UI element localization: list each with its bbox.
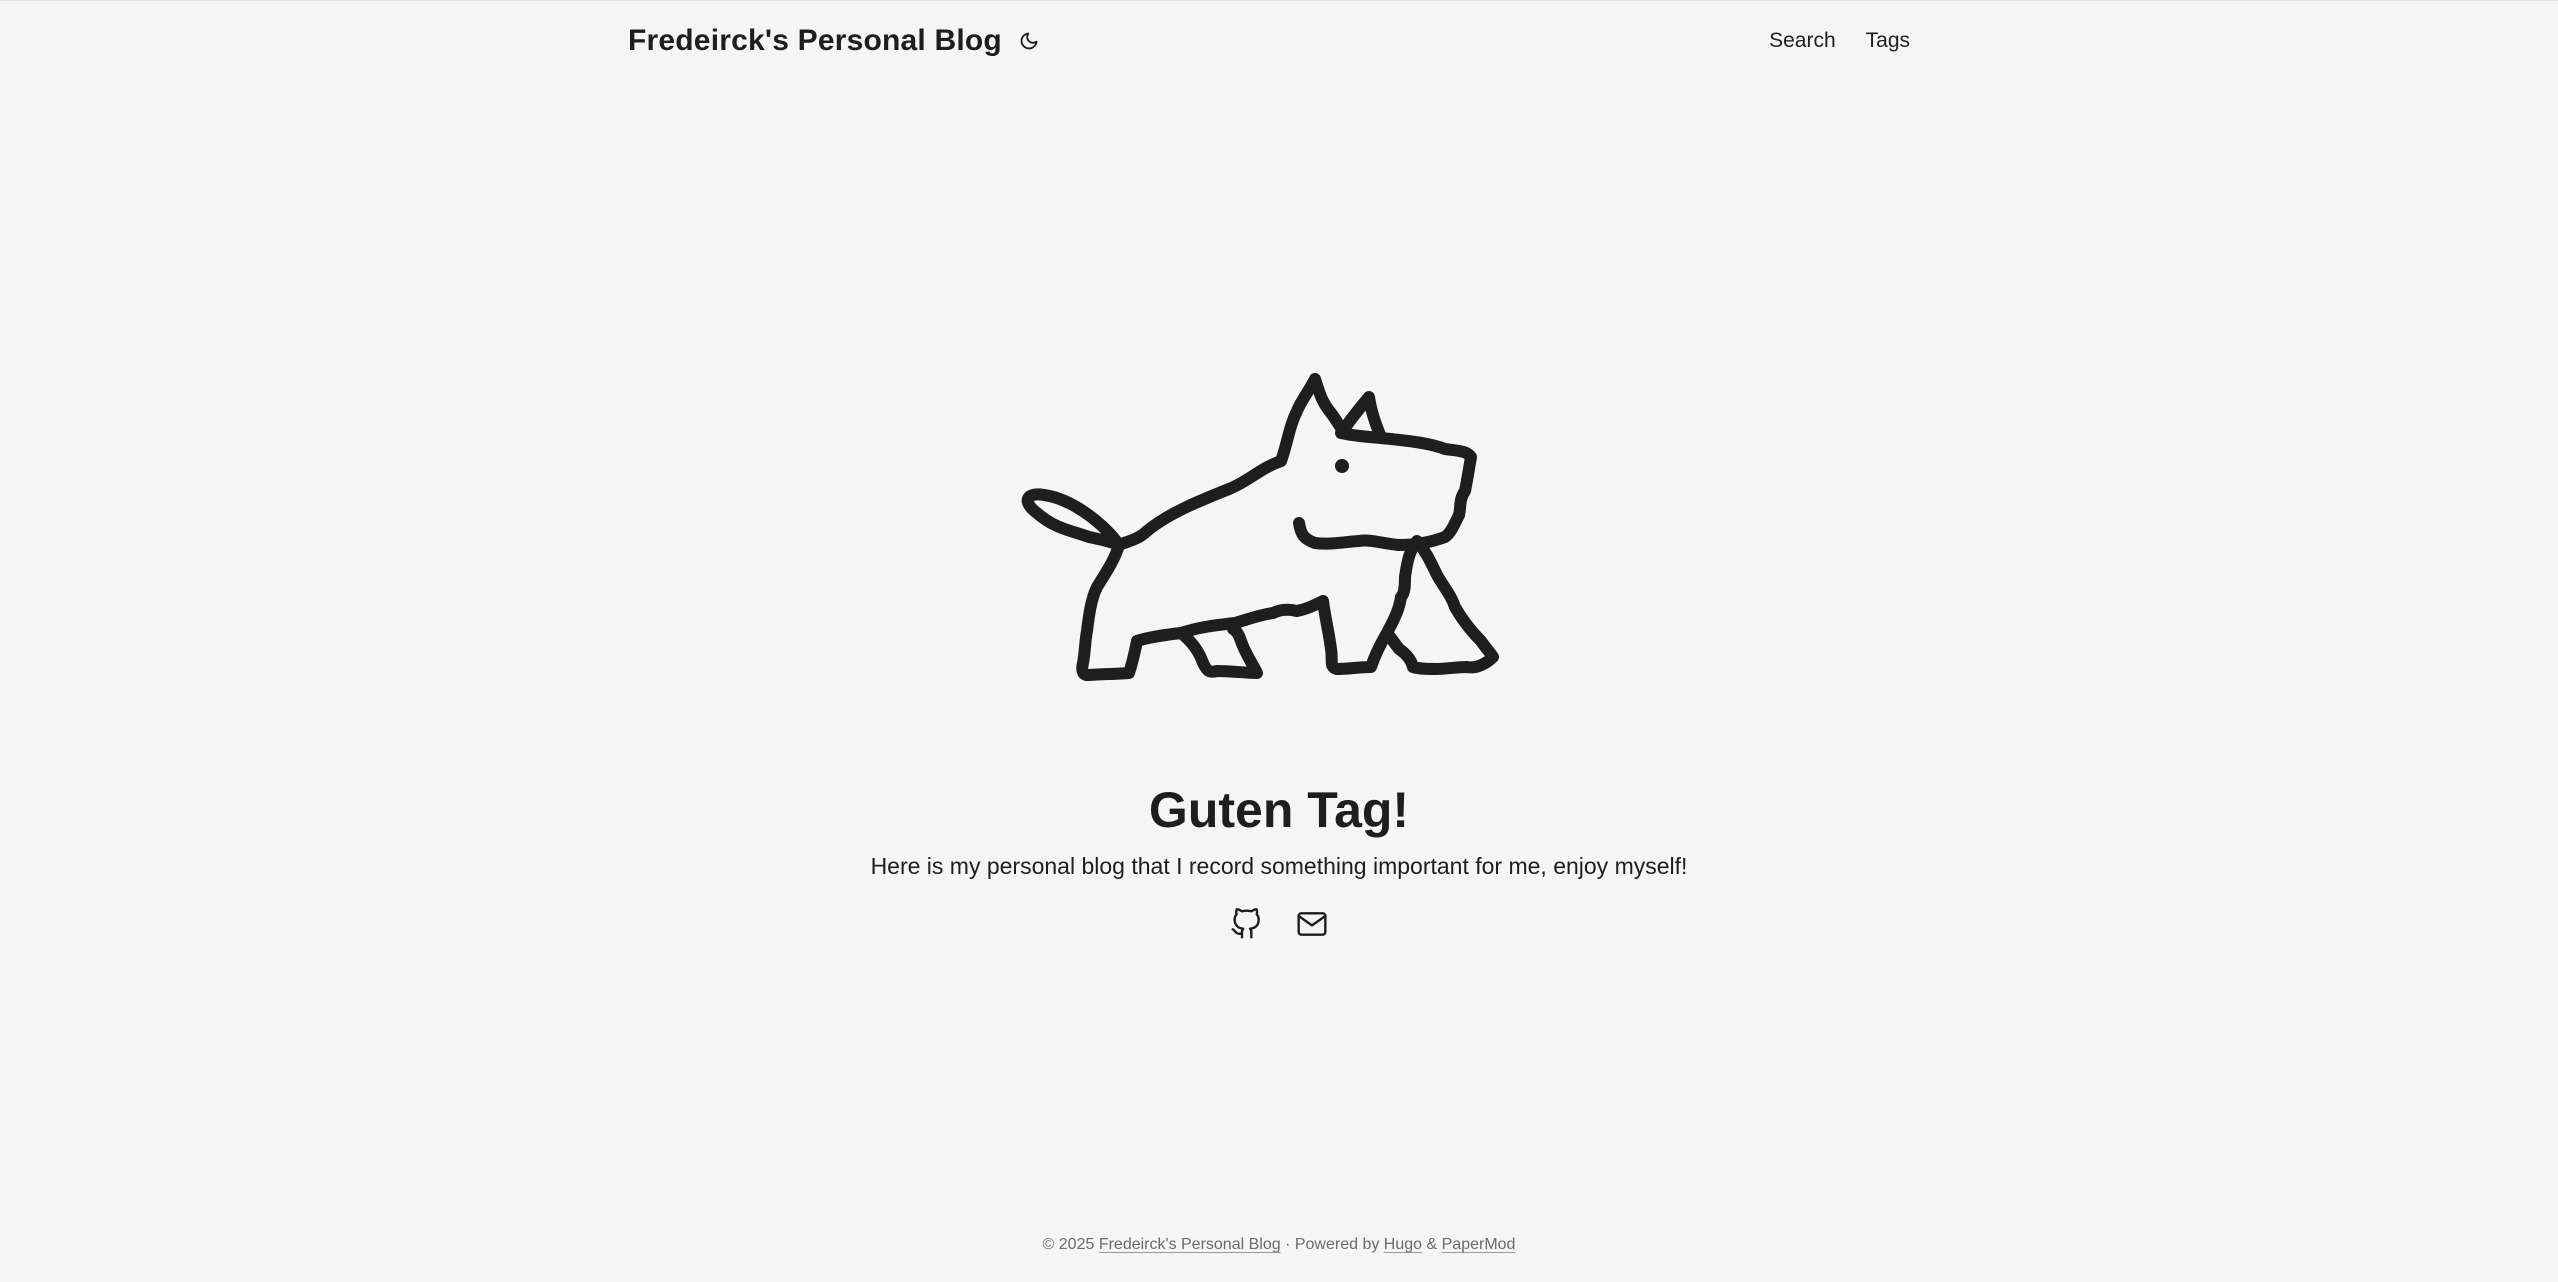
footer-amp: & xyxy=(1426,1236,1438,1253)
moon-icon xyxy=(1020,32,1038,50)
menu-item-tags[interactable]: Tags xyxy=(1866,29,1910,53)
email-link[interactable] xyxy=(1294,906,1330,942)
social-icons xyxy=(1228,906,1330,942)
footer-site-link[interactable]: Fredeirck's Personal Blog xyxy=(1099,1236,1281,1253)
profile-section: Guten Tag! Here is my personal blog that… xyxy=(0,341,2558,942)
header: Fredeirck's Personal Blog Search Tags xyxy=(628,1,1910,81)
footer-copyright: © 2025 xyxy=(1042,1236,1095,1253)
profile-title: Guten Tag! xyxy=(1148,782,1410,838)
menu-item-search[interactable]: Search xyxy=(1769,29,1836,53)
footer: © 2025 Fredeirck's Personal Blog · Power… xyxy=(0,1236,2558,1254)
footer-papermod-link[interactable]: PaperMod xyxy=(1442,1236,1516,1253)
page: Fredeirck's Personal Blog Search Tags Gu… xyxy=(0,0,2558,1282)
theme-toggle-button[interactable] xyxy=(1016,28,1042,54)
footer-powered-by: · Powered by xyxy=(1285,1236,1380,1253)
logo-switches: Fredeirck's Personal Blog xyxy=(628,24,1042,58)
github-link[interactable] xyxy=(1228,906,1264,942)
mail-icon xyxy=(1297,912,1327,936)
site-logo[interactable]: Fredeirck's Personal Blog xyxy=(628,24,1002,58)
footer-hugo-link[interactable]: Hugo xyxy=(1384,1236,1422,1253)
profile-subtitle: Here is my personal blog that I record s… xyxy=(870,853,1688,879)
main-menu: Search Tags xyxy=(1769,29,1910,53)
dog-drawing xyxy=(1021,373,1499,682)
github-icon xyxy=(1231,908,1260,939)
